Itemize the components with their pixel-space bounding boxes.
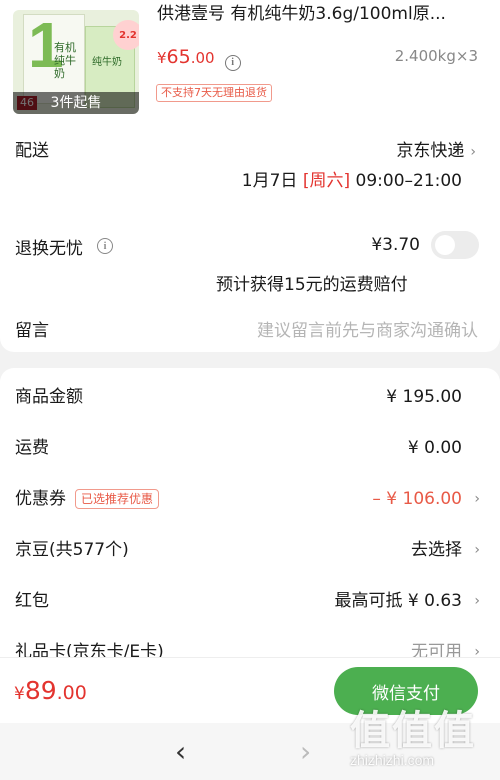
product-image[interactable]: 1 有机纯牛奶 纯牛奶 2.2 46 3件起售	[13, 10, 139, 114]
product-weight: 2.400kg×3	[394, 47, 478, 65]
chevron-right-icon: ›	[474, 542, 480, 558]
return-insurance-label: 退换无忧	[15, 239, 83, 259]
chevron-right-icon: ›	[470, 144, 476, 160]
order-item-card: 1 有机纯牛奶 纯牛奶 2.2 46 3件起售 供港壹号 有机纯牛奶3.6g/1…	[0, 0, 500, 352]
return-insurance-price: ¥3.70	[371, 235, 420, 255]
toggle-knob	[435, 235, 455, 255]
delivery-label: 配送	[15, 141, 49, 161]
back-arrow-icon[interactable]: ‹	[175, 735, 186, 768]
goods-amount-value: ¥ 195.00	[386, 387, 462, 407]
no-return-tag: 不支持7天无理由退货	[156, 84, 272, 102]
delivery-carrier-selector[interactable]: 京东快递 ›	[396, 136, 476, 161]
goods-amount-row: 商品金额 ¥ 195.00	[0, 383, 500, 411]
shipping-value: ¥ 0.00	[407, 438, 462, 458]
min-quantity-label: 3件起售	[13, 92, 139, 114]
promo-badge: 2.2	[113, 20, 139, 50]
price-summary-card: 商品金额 ¥ 195.00 运费 ¥ 0.00 优惠券 已选推荐优惠 – ¥ 1…	[0, 368, 500, 668]
return-insurance-toggle[interactable]	[431, 231, 479, 259]
watermark-url: zhizhizhi.com	[350, 752, 435, 768]
info-icon[interactable]: i	[97, 238, 113, 254]
forward-arrow-icon[interactable]: ›	[300, 735, 311, 768]
chevron-right-icon: ›	[474, 491, 480, 507]
jingdou-value: 去选择	[411, 540, 462, 560]
delivery-time[interactable]: 1月7日 [周六] 09:00–21:00	[242, 166, 462, 191]
jingdou-row[interactable]: 京豆(共577个) 去选择 ›	[0, 536, 500, 564]
message-label: 留言	[15, 321, 49, 341]
watermark-logo: 值值值	[350, 708, 476, 754]
coupon-badge: 已选推荐优惠	[75, 489, 160, 509]
coupon-row[interactable]: 优惠券 已选推荐优惠 – ¥ 106.00 ›	[0, 485, 500, 513]
delivery-weekday: [周六]	[302, 171, 351, 191]
product-price: ¥ 65 .00 i	[157, 46, 241, 71]
redpacket-row[interactable]: 红包 最高可抵 ¥ 0.63 ›	[0, 587, 500, 615]
message-input[interactable]: 建议留言前先与商家沟通确认	[257, 316, 478, 341]
redpacket-value: 最高可抵 ¥ 0.63	[334, 591, 462, 611]
site-watermark: 值值值 zhizhizhi.com	[350, 694, 492, 774]
chevron-right-icon: ›	[474, 593, 480, 609]
shipping-row: 运费 ¥ 0.00	[0, 434, 500, 462]
compensation-note: 预计获得15元的运费赔付	[216, 275, 408, 295]
price-info-icon[interactable]: i	[224, 54, 241, 71]
product-title[interactable]: 供港壹号 有机纯牛奶3.6g/100ml原...	[157, 2, 487, 26]
milk-package-front: 1 有机纯牛奶	[23, 13, 85, 104]
delivery-carrier: 京东快递	[396, 141, 465, 161]
total-price: ¥ 89 .00	[14, 676, 87, 705]
coupon-value: – ¥ 106.00	[372, 489, 462, 509]
